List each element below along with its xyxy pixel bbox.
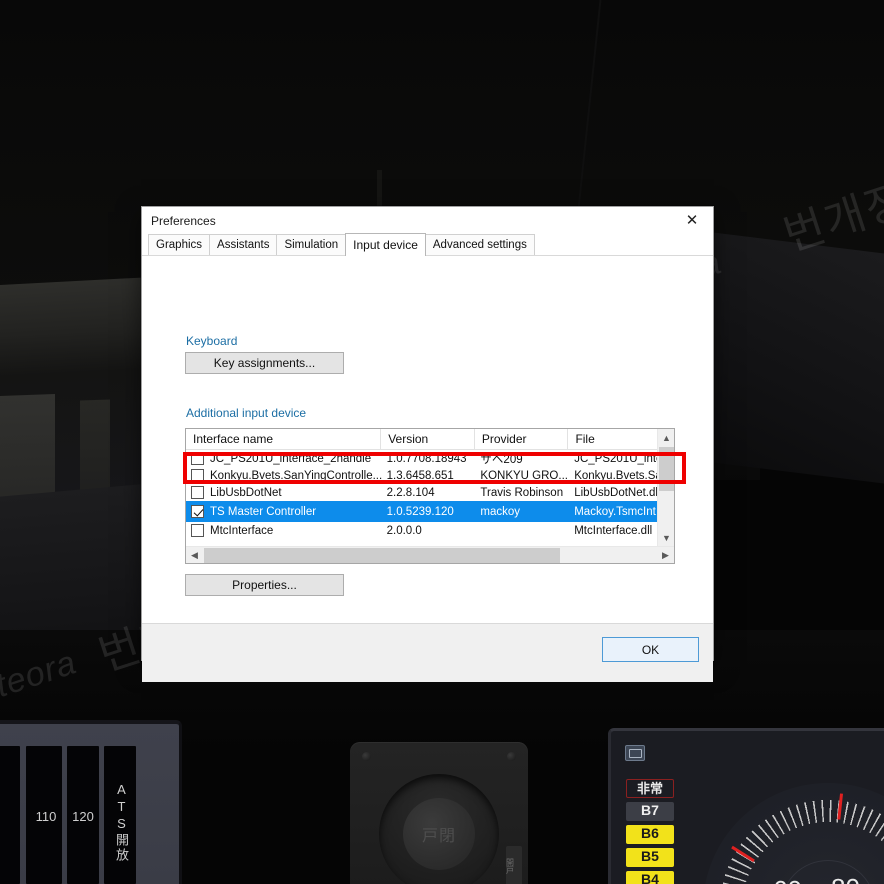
chevron-left-icon[interactable]: ◀ [186,547,203,563]
notch-b7: B7 [626,802,674,821]
cell-interface-name: TS Master Controller [210,505,317,518]
cell-provider: mackoy [480,505,521,518]
cell-provider: KONKYU GRO... [480,469,568,482]
door-indicator-lamp: 開 戸 [506,846,522,884]
table-row[interactable]: JC_PS201U_interface_2handle 1.0.7708.189… [186,450,674,467]
dialog-titlebar[interactable]: Preferences ✕ [142,207,713,234]
screw-top-left [362,752,371,761]
speedometer-tick-80: 80 [831,873,860,884]
cell-version: 1.0.7708.18943 [386,452,467,465]
cab-slot-120-label: 120 [72,809,94,825]
cab-slot-ats-label: ATS開放 [114,781,129,863]
notch-b6: B6 [626,825,674,844]
cell-version: 2.0.0.0 [386,524,422,537]
row-checkbox[interactable] [191,452,204,465]
door-dial-recess: 戸閉 [379,774,499,884]
table-row-selected[interactable]: TS Master Controller 1.0.5239.120 mackoy… [186,501,674,522]
dialog-footer: OK [142,624,713,682]
cell-interface-name: JC_PS201U_interface_2handle [210,452,372,465]
list-horizontal-scrollbar[interactable]: ◀ ▶ [186,546,674,563]
horizontal-scroll-thumb[interactable] [204,548,560,563]
row-checkbox[interactable] [191,524,204,537]
properties-button[interactable]: Properties... [185,574,344,596]
train-cab-overlay: 110 120 ATS開放 戸閉 開 戸 非常 B7 B6 B5 B4 [0,700,884,884]
notch-emergency: 非常 [626,779,674,798]
dialog-title: Preferences [151,213,216,228]
cell-version: 2.2.8.104 [386,486,435,499]
cell-interface-name: LibUsbDotNet [210,486,282,499]
cell-version: 1.0.5239.120 [386,505,454,518]
tab-advanced-settings[interactable]: Advanced settings [424,234,535,255]
tab-graphics[interactable]: Graphics [148,234,211,255]
list-rows: JC_PS201U_interface_2handle 1.0.7708.189… [186,450,674,539]
screenshot-root: 번개장터 teora 번개장터 teora 번개장터 teora 110 120… [0,0,884,884]
keyboard-group-label: Keyboard [186,334,238,348]
cab-left-panel: 110 120 ATS開放 [0,720,182,884]
table-row[interactable]: LibUsbDotNet 2.2.8.104 Travis Robinson L… [186,484,674,501]
cab-slot-ats: ATS開放 [104,746,136,884]
row-checkbox[interactable] [191,486,204,499]
door-close-knob[interactable]: 戸閉 [403,798,475,870]
cab-slot-110-label: 110 [35,809,57,825]
input-device-panel: Keyboard Key assignments... Additional i… [142,256,713,624]
input-device-list[interactable]: Interface name Version Provider File JC_… [185,428,675,564]
additional-input-device-group-label: Additional input device [186,406,307,420]
preferences-dialog: Preferences ✕ Graphics Assistants Simula… [141,206,714,682]
tab-strip: Graphics Assistants Simulation Input dev… [142,233,713,256]
column-header-version[interactable]: Version [381,429,475,450]
column-header-interface-name[interactable]: Interface name [186,429,382,450]
notch-b4: B4 [626,871,674,884]
door-lamp-label: 開 戸 [506,858,514,875]
tab-simulation[interactable]: Simulation [276,234,347,255]
key-assignments-button[interactable]: Key assignments... [185,352,344,374]
cell-interface-name: Konkyu.Bvets.SanYingControlle... [210,469,383,482]
list-header-row: Interface name Version Provider File [186,429,674,450]
close-icon[interactable]: ✕ [671,207,713,234]
table-row[interactable]: MtcInterface 2.0.0.0 MtcInterface.dll [186,522,674,539]
ok-button[interactable]: OK [602,637,699,662]
column-header-provider[interactable]: Provider [475,429,569,450]
chevron-right-icon[interactable]: ▶ [657,547,674,563]
cell-provider: Travis Robinson [480,486,564,499]
chevron-up-icon[interactable]: ▲ [658,429,674,446]
cell-interface-name: MtcInterface [210,524,274,537]
tab-assistants[interactable]: Assistants [209,234,278,255]
monitor-icon [625,745,645,761]
vertical-scroll-thumb[interactable] [659,447,674,491]
notch-b5: B5 [626,848,674,867]
cab-monitor-panel: 非常 B7 B6 B5 B4 B3 40 60 80 100 [608,728,884,884]
screw-top-right [507,752,516,761]
row-checkbox[interactable] [191,469,204,482]
table-row[interactable]: Konkyu.Bvets.SanYingControlle... 1.3.645… [186,467,674,484]
row-checkbox-checked[interactable] [191,505,204,518]
door-close-knob-label: 戸閉 [421,828,456,845]
speedometer: 40 60 80 100 [703,783,884,884]
speedometer-tick-60: 60 [773,875,802,884]
cell-provider: サヘ209 [480,453,523,466]
list-vertical-scrollbar[interactable]: ▲ ▼ [657,429,674,546]
cab-slot-1 [0,746,20,884]
cab-slot-110: 110 [30,746,62,884]
tab-input-device[interactable]: Input device [345,233,426,256]
cell-version: 1.3.6458.651 [386,469,454,482]
cab-door-control-panel: 戸閉 開 戸 [350,742,528,884]
cab-slot-120: 120 [67,746,99,884]
chevron-down-icon[interactable]: ▼ [658,529,674,546]
brake-notch-indicator: 非常 B7 B6 B5 B4 B3 [625,779,675,884]
